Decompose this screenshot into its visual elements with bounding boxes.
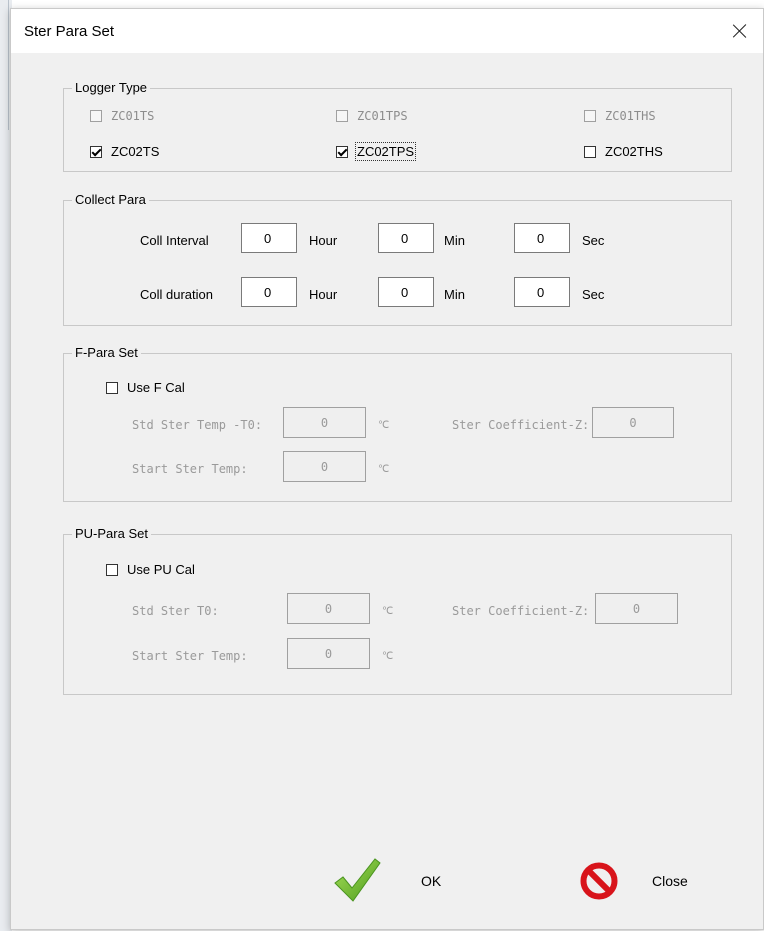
close-button[interactable]: Close: [579, 861, 719, 905]
checkbox-label: ZC02THS: [605, 144, 663, 159]
ster-coefficient-z-input: [592, 407, 674, 438]
window-title: Ster Para Set: [24, 23, 115, 40]
checkbox-label: ZC01THS: [605, 109, 656, 123]
std-ster-t0-label: Std Ster T0:: [132, 604, 219, 618]
start-ster-temp-label: Start Ster Temp:: [132, 462, 248, 476]
checkbox-box: [584, 110, 596, 122]
std-ster-temp-label: Std Ster Temp -T0:: [132, 418, 263, 432]
checkmark-icon: [334, 858, 381, 902]
checkbox-zc02ts[interactable]: ZC02TS: [90, 144, 159, 159]
logger-type-title: Logger Type: [72, 80, 151, 96]
logger-type-group: Logger Type ZC01TS ZC01TPS ZC01THS ZC02T…: [63, 80, 732, 172]
f-para-set-title: F-Para Set: [72, 345, 141, 361]
checkbox-label: ZC01TS: [111, 109, 155, 123]
checkbox-zc01ts: ZC01TS: [90, 109, 154, 123]
celsius-unit-label: ℃: [378, 464, 390, 475]
ok-label: OK: [421, 873, 442, 889]
checkbox-label: ZC02TS: [111, 144, 160, 159]
coll-duration-label: Coll duration: [140, 287, 213, 302]
sec-unit-label: Sec: [582, 233, 605, 248]
close-icon[interactable]: [723, 15, 757, 47]
checkbox-label: Use PU Cal: [127, 562, 195, 577]
std-ster-temp-input: [283, 407, 366, 438]
start-ster-temp-input: [283, 451, 366, 482]
ster-para-set-dialog: Ster Para Set Logger Type ZC01TS ZC01TPS…: [10, 8, 764, 930]
celsius-unit-label: ℃: [378, 420, 390, 431]
hour-unit-label: Hour: [309, 287, 338, 302]
title-bar: Ster Para Set: [11, 9, 763, 53]
ster-coefficient-z-label: Ster Coefficient-Z:: [452, 604, 590, 618]
hour-unit-label: Hour: [309, 233, 338, 248]
f-para-set-group: F-Para Set Use F Cal Std Ster Temp -T0: …: [63, 345, 732, 502]
collect-para-title: Collect Para: [72, 192, 149, 208]
pu-para-set-group: PU-Para Set Use PU Cal Std Ster T0: ℃ St…: [63, 526, 732, 695]
checkbox-box: [90, 110, 102, 122]
ok-button[interactable]: OK: [331, 853, 451, 909]
checkbox-zc01tps: ZC01TPS: [336, 109, 408, 123]
checkbox-zc02tps[interactable]: ZC02TPS: [336, 142, 417, 161]
use-f-cal-checkbox[interactable]: Use F Cal: [106, 380, 185, 395]
sec-unit-label: Sec: [582, 287, 605, 302]
checkbox-label: ZC01TPS: [357, 109, 408, 123]
start-ster-temp-label: Start Ster Temp:: [132, 649, 248, 663]
coll-duration-sec-input[interactable]: [514, 277, 570, 307]
celsius-unit-label: ℃: [382, 651, 394, 662]
pu-para-set-title: PU-Para Set: [72, 526, 151, 542]
ster-coefficient-z-input: [595, 593, 678, 624]
checkbox-box[interactable]: [106, 381, 118, 394]
coll-duration-min-input[interactable]: [378, 277, 434, 307]
checkbox-box[interactable]: [584, 145, 596, 158]
min-unit-label: Min: [444, 233, 465, 248]
checkbox-box[interactable]: [336, 145, 348, 158]
checkbox-zc01ths: ZC01THS: [584, 109, 656, 123]
checkbox-box: [336, 110, 348, 122]
checkbox-label: ZC02TPS: [354, 142, 417, 161]
coll-duration-hour-input[interactable]: [241, 277, 297, 307]
ster-coefficient-z-label: Ster Coefficient-Z:: [452, 418, 590, 432]
close-label: Close: [652, 873, 688, 889]
checkbox-box[interactable]: [90, 145, 102, 158]
celsius-unit-label: ℃: [382, 606, 394, 617]
coll-interval-sec-input[interactable]: [514, 223, 570, 253]
min-unit-label: Min: [444, 287, 465, 302]
collect-para-group: Collect Para Coll Interval Hour Min Sec …: [63, 192, 732, 326]
use-pu-cal-checkbox[interactable]: Use PU Cal: [106, 562, 195, 577]
checkbox-box[interactable]: [106, 563, 118, 576]
std-ster-t0-input: [287, 593, 370, 624]
checkbox-zc02ths[interactable]: ZC02THS: [584, 144, 663, 159]
coll-interval-label: Coll Interval: [140, 233, 209, 248]
coll-interval-hour-input[interactable]: [241, 223, 297, 253]
coll-interval-min-input[interactable]: [378, 223, 434, 253]
no-entry-icon: [580, 862, 618, 900]
checkbox-label: Use F Cal: [127, 380, 185, 395]
start-ster-temp-input: [287, 638, 370, 669]
